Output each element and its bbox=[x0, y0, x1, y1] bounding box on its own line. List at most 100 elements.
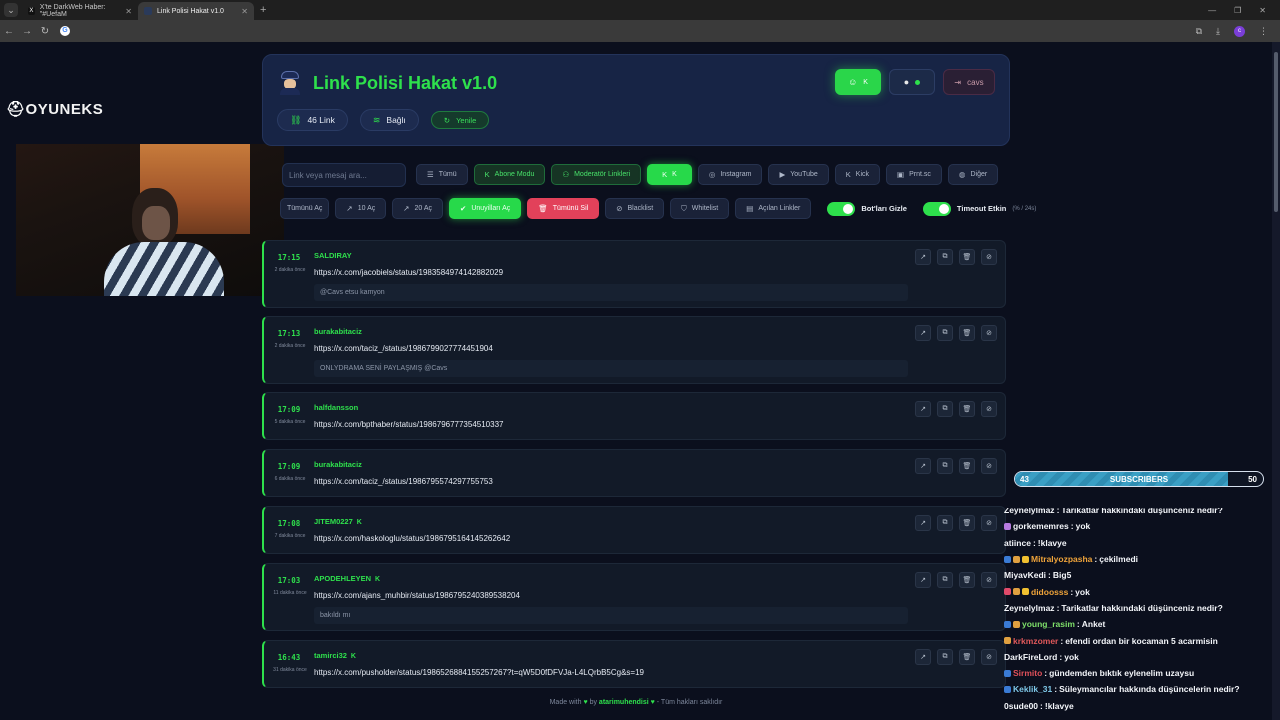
restore-icon[interactable]: ❐ bbox=[1234, 6, 1241, 15]
scrollbar-thumb[interactable] bbox=[1274, 52, 1278, 212]
opened-links-button[interactable]: ▤ Açılan Linkler bbox=[735, 198, 812, 219]
browser-tab-2[interactable]: Link Polisi Hakat v1.0 ✕ bbox=[138, 2, 254, 20]
profile-avatar[interactable]: c bbox=[1234, 25, 1245, 37]
ban-icon[interactable]: ⊘ bbox=[981, 325, 997, 341]
link-user[interactable]: JITEM0227 K bbox=[314, 517, 362, 526]
minimize-icon[interactable]: — bbox=[1208, 6, 1216, 15]
menu-icon[interactable]: ⋮ bbox=[1259, 26, 1268, 37]
trash-icon[interactable]: 🗑 bbox=[959, 249, 975, 265]
link-user[interactable]: halfdansson bbox=[314, 403, 358, 412]
toggle-sublabel: (% / 24s) bbox=[1012, 205, 1037, 212]
reload-icon[interactable]: ↻ bbox=[36, 26, 54, 37]
link-url[interactable]: https://x.com/haskologlu/status/19867951… bbox=[314, 534, 510, 543]
link-user[interactable]: burakabitaciz bbox=[314, 460, 362, 469]
toggle-switch[interactable] bbox=[827, 201, 856, 216]
open-unread-button[interactable]: ✔ Unuyilları Aç bbox=[449, 198, 522, 219]
ban-icon[interactable]: ⊘ bbox=[981, 649, 997, 665]
open-link-icon[interactable]: ↗ bbox=[915, 515, 931, 531]
logout-button[interactable]: ⇥ cavs bbox=[943, 69, 995, 95]
open-link-icon[interactable]: ↗ bbox=[915, 572, 931, 588]
trash-icon[interactable]: 🗑 bbox=[959, 401, 975, 417]
page-scrollbar[interactable] bbox=[1272, 42, 1280, 720]
action-label: Açılan Linkler bbox=[758, 205, 801, 212]
ban-icon[interactable]: ⊘ bbox=[981, 515, 997, 531]
refresh-button[interactable]: ↻ Yenile bbox=[430, 111, 490, 129]
filter-prntsc[interactable]: ▣ Prnt.sc bbox=[886, 164, 942, 185]
timeout-toggle[interactable]: Timeout Etkin (% / 24s) bbox=[922, 201, 1037, 216]
back-icon[interactable]: ← bbox=[0, 26, 18, 37]
filter-kick[interactable]: K Kick bbox=[834, 164, 881, 185]
chat-message: krkmzomer : efendi ordan bir kocaman 5 a… bbox=[1004, 632, 1274, 648]
connection-button[interactable]: ● bbox=[889, 69, 935, 95]
ban-icon[interactable]: ⊘ bbox=[981, 401, 997, 417]
link-url[interactable]: https://x.com/taciz_/status/198679557429… bbox=[314, 477, 493, 486]
link-user[interactable]: SALDIRAY bbox=[314, 251, 352, 260]
new-tab-icon[interactable]: + bbox=[260, 4, 266, 16]
filter-x-active[interactable]: KK bbox=[647, 164, 692, 185]
trash-icon[interactable]: 🗑 bbox=[959, 325, 975, 341]
trash-icon[interactable]: 🗑 bbox=[959, 649, 975, 665]
open-link-icon[interactable]: ↗ bbox=[915, 249, 931, 265]
browser-tab-1[interactable]: X X'te DarkWeb Haber: "#UefaM ✕ bbox=[22, 2, 138, 20]
link-user[interactable]: APODEHLEYEN K bbox=[314, 574, 380, 583]
open-20-button[interactable]: ↗ 20 Aç bbox=[392, 198, 444, 219]
filter-other[interactable]: ◍ Diğer bbox=[947, 164, 999, 185]
copy-icon[interactable]: ⧉ bbox=[937, 515, 953, 531]
tab-search-button[interactable]: ⌄ bbox=[4, 3, 18, 17]
ban-icon[interactable]: ⊘ bbox=[981, 249, 997, 265]
filter-label: YouTube bbox=[790, 171, 818, 178]
link-time: 17:13 bbox=[277, 329, 301, 338]
ban-icon[interactable]: ⊘ bbox=[981, 572, 997, 588]
search-input[interactable]: Link veya mesaj ara... bbox=[282, 163, 406, 187]
blacklist-button[interactable]: ⊘ Blacklist bbox=[605, 198, 665, 219]
open-10-button[interactable]: ↗ 10 Aç bbox=[335, 198, 387, 219]
ban-icon[interactable]: ⊘ bbox=[981, 458, 997, 474]
copy-icon[interactable]: ⧉ bbox=[937, 249, 953, 265]
link-user-name: JITEM0227 bbox=[314, 517, 353, 526]
filter-moderator-links[interactable]: ⚇ Moderatör Linkleri bbox=[551, 164, 642, 185]
close-tab-icon[interactable]: ✕ bbox=[241, 7, 248, 16]
copy-icon[interactable]: ⧉ bbox=[937, 572, 953, 588]
omnibox-input[interactable] bbox=[78, 23, 1188, 39]
link-url[interactable]: https://x.com/bpthaber/status/1986796777… bbox=[314, 420, 503, 429]
delete-all-button[interactable]: 🗑 Tümünü Sil bbox=[527, 198, 600, 219]
open-all-button[interactable]: Tümünü Aç bbox=[280, 198, 330, 219]
copy-icon[interactable]: ⧉ bbox=[937, 458, 953, 474]
close-tab-icon[interactable]: ✕ bbox=[125, 7, 132, 16]
filter-youtube[interactable]: ▶ YouTube bbox=[768, 164, 829, 185]
link-url[interactable]: https://x.com/pusholder/status/198652688… bbox=[314, 668, 644, 677]
copy-icon[interactable]: ⧉ bbox=[937, 649, 953, 665]
page-favicon-icon bbox=[144, 7, 152, 15]
download-icon[interactable]: ⤓ bbox=[1216, 26, 1220, 37]
subscriber-label: SUBSCRIBERS bbox=[1109, 475, 1169, 484]
open-link-icon[interactable]: ↗ bbox=[915, 325, 931, 341]
close-window-icon[interactable]: ✕ bbox=[1259, 6, 1266, 15]
filter-subscriber-mode[interactable]: K Abone Modu bbox=[473, 164, 546, 185]
open-link-icon[interactable]: ↗ bbox=[915, 401, 931, 417]
avatar-status-button[interactable]: ☺ K bbox=[835, 69, 881, 95]
link-url[interactable]: https://x.com/jacobiels/status/198358497… bbox=[314, 268, 503, 277]
kick-badge-icon: K bbox=[373, 576, 381, 583]
trash-icon[interactable]: 🗑 bbox=[959, 458, 975, 474]
link-user[interactable]: tamirci32 K bbox=[314, 651, 356, 660]
copy-icon[interactable]: ⧉ bbox=[937, 325, 953, 341]
link-url[interactable]: https://x.com/taciz_/status/198679902777… bbox=[314, 344, 493, 353]
filter-instagram[interactable]: ◎ Instagram bbox=[697, 164, 763, 185]
forward-icon[interactable]: → bbox=[18, 26, 36, 37]
open-link-icon[interactable]: ↗ bbox=[915, 649, 931, 665]
trash-icon[interactable]: 🗑 bbox=[959, 572, 975, 588]
filter-all[interactable]: ☰ Tümü bbox=[416, 164, 468, 185]
link-message: @Cavs etsu kamyon bbox=[314, 284, 908, 301]
trash-icon: 🗑 bbox=[538, 204, 548, 213]
toggle-switch[interactable] bbox=[922, 201, 951, 216]
link-url[interactable]: https://x.com/ajans_muhbir/status/198679… bbox=[314, 591, 520, 600]
extensions-icon[interactable]: ⧉ bbox=[1196, 26, 1202, 37]
hide-bots-toggle[interactable]: Bot'ları Gizle bbox=[827, 201, 907, 216]
chat-username: Sirmito bbox=[1013, 668, 1043, 679]
whitelist-button[interactable]: ⛉ Whitelist bbox=[670, 198, 730, 219]
open-link-icon[interactable]: ↗ bbox=[915, 458, 931, 474]
link-user[interactable]: burakabitaciz bbox=[314, 327, 362, 336]
trash-icon[interactable]: 🗑 bbox=[959, 515, 975, 531]
footer-author[interactable]: atarimuhendisi bbox=[599, 699, 649, 706]
copy-icon[interactable]: ⧉ bbox=[937, 401, 953, 417]
